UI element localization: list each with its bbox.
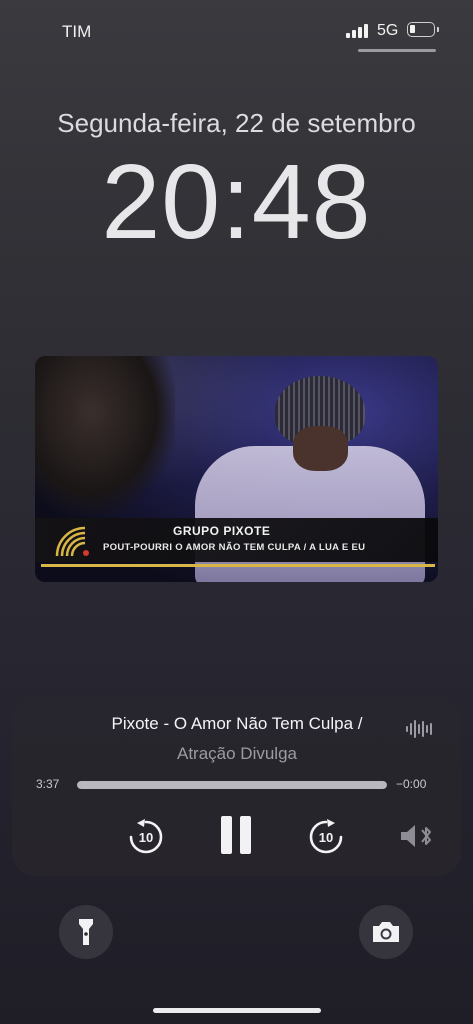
flashlight-button[interactable]: [59, 905, 113, 959]
signal-strength-icon: [346, 24, 368, 38]
skip-back-10-icon: 10: [129, 819, 163, 854]
waveform-icon: [406, 718, 432, 740]
skip-back-button[interactable]: 10: [124, 815, 168, 859]
track-title[interactable]: Pixote - O Amor Não Tem Culpa /: [80, 714, 394, 734]
battery-icon: [407, 22, 439, 37]
lock-screen-date: Segunda-feira, 22 de setembro: [57, 108, 416, 138]
lower-third-subtitle: POUT-POURRI O AMOR NÃO TEM CULPA / A LUA…: [103, 542, 366, 553]
speaker-bluetooth-icon: [401, 825, 431, 847]
remaining-time: −0:00: [396, 777, 427, 791]
network-type: 5G: [377, 22, 399, 39]
skip-forward-button[interactable]: 10: [304, 815, 348, 859]
lower-third-title: GRUPO PIXOTE: [173, 524, 271, 538]
singer-face: [293, 426, 348, 471]
flashlight-icon: [79, 919, 93, 945]
carrier-name: TIM: [62, 22, 92, 41]
camera-button[interactable]: [359, 905, 413, 959]
guitarist-figure: [35, 356, 175, 516]
playback-progress-fill: [77, 781, 387, 789]
lock-screen-time: 20:48: [101, 143, 372, 261]
audio-output-button[interactable]: [398, 822, 436, 850]
skip-forward-seconds: 10: [319, 830, 333, 845]
pause-icon-bar-left: [221, 816, 232, 854]
home-indicator[interactable]: [153, 1008, 321, 1013]
skip-forward-10-icon: 10: [309, 819, 343, 854]
now-playing-artwork[interactable]: GRUPO PIXOTE POUT-POURRI O AMOR NÃO TEM …: [35, 356, 438, 582]
skip-back-seconds: 10: [139, 830, 153, 845]
pause-button[interactable]: [212, 810, 260, 860]
lower-third-accent-line: [41, 564, 435, 567]
control-center-indicator[interactable]: [358, 49, 436, 52]
pause-icon-bar-right: [240, 816, 251, 854]
track-artist[interactable]: Atração Divulga: [80, 744, 394, 764]
camera-icon: [373, 922, 399, 942]
broadcast-logo-icon: [55, 526, 89, 557]
playback-scrubber[interactable]: [77, 781, 387, 789]
elapsed-time: 3:37: [36, 777, 60, 791]
